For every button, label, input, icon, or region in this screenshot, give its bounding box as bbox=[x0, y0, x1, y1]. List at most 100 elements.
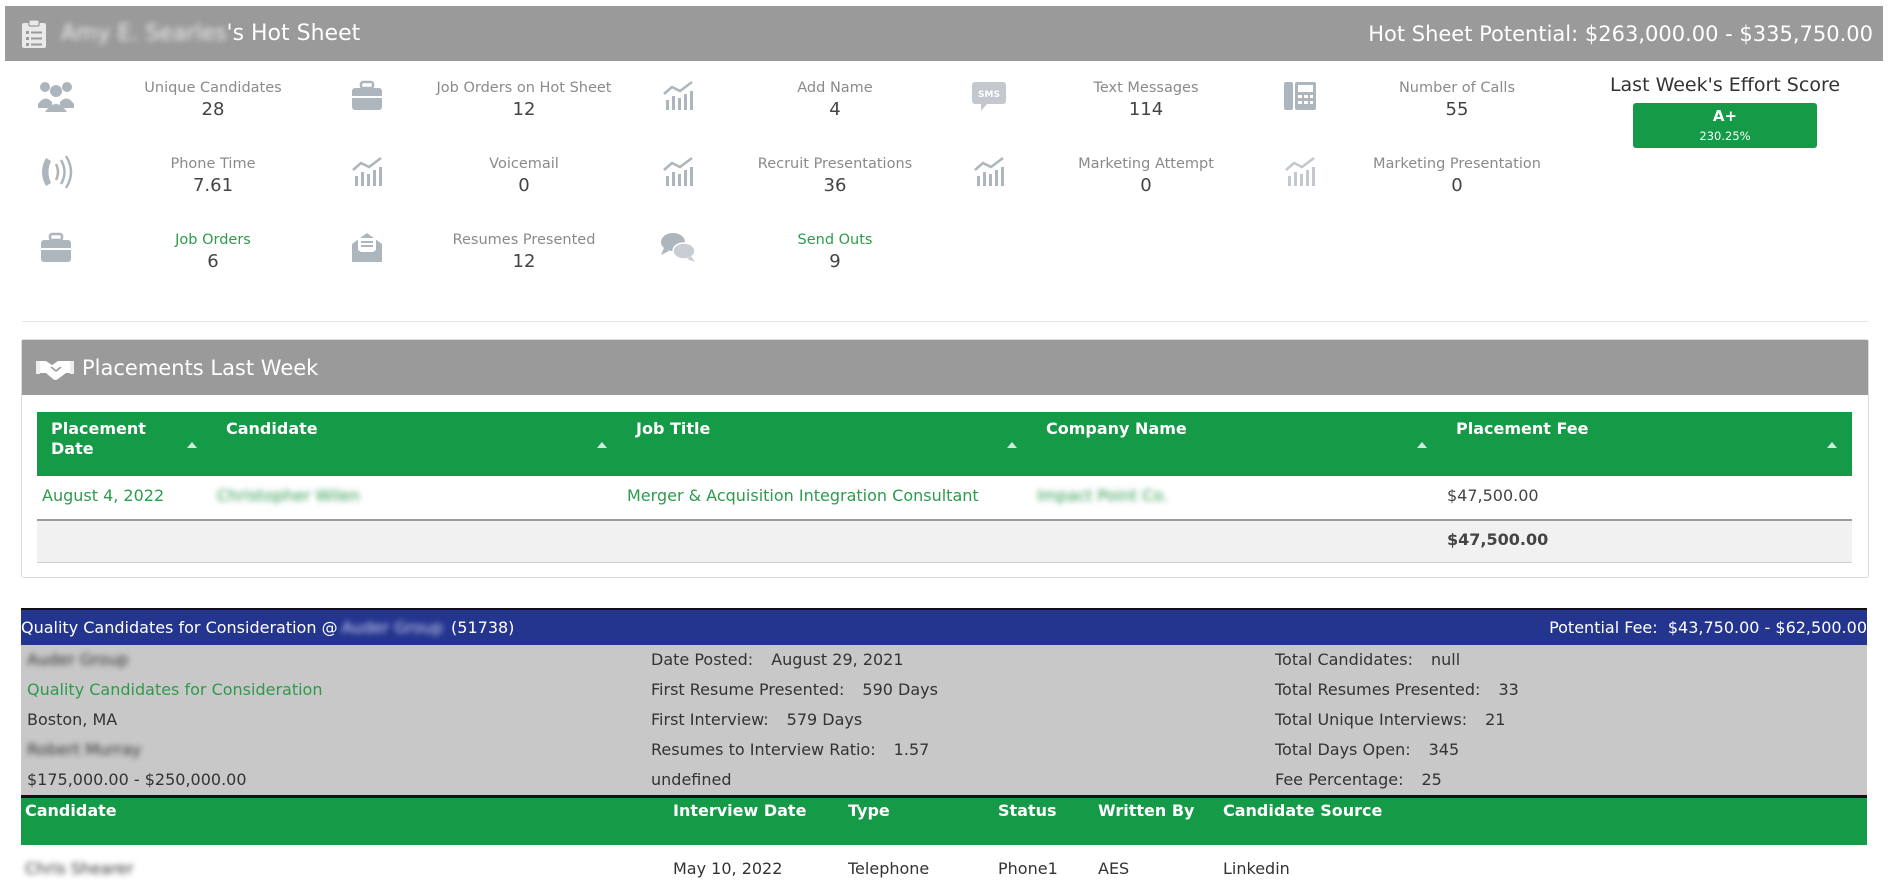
column-header-type[interactable]: Type bbox=[848, 801, 890, 820]
interview-date: May 10, 2022 bbox=[673, 859, 783, 878]
job-order-left-column: Auder Group Quality Candidates for Consi… bbox=[27, 645, 322, 795]
briefcase-icon bbox=[41, 232, 71, 262]
handshake-icon bbox=[36, 360, 74, 380]
stat-label: Job Orders on Hot Sheet bbox=[436, 80, 612, 96]
candidate-link[interactable]: Christopher Wilen bbox=[217, 486, 360, 505]
sort-icon[interactable] bbox=[187, 442, 197, 448]
column-header-candidate[interactable]: Candidate bbox=[25, 801, 117, 820]
company-link[interactable]: Impact Point Co. bbox=[1037, 486, 1168, 505]
column-header-company-name[interactable]: Company Name bbox=[1046, 419, 1187, 439]
detail-line: Fee Percentage: 25 bbox=[1275, 765, 1519, 795]
detail-value: 579 Days bbox=[786, 710, 863, 729]
stat-label: Recruit Presentations bbox=[757, 156, 913, 172]
detail-key: Fee Percentage: bbox=[1275, 770, 1404, 789]
stat-value: 0 bbox=[1140, 175, 1152, 196]
stat-value: 114 bbox=[1128, 99, 1164, 120]
send-outs-link[interactable]: Send Outs bbox=[714, 232, 956, 248]
recruiter-name: Amy E. Searles bbox=[61, 21, 227, 46]
stat-value: 7.61 bbox=[192, 175, 234, 196]
hot-sheet-page: Amy E. Searles 's Hot Sheet Hot Sheet Po… bbox=[0, 0, 1888, 892]
client-link[interactable]: Auder Group bbox=[27, 645, 322, 675]
effort-score-title: Last Week's Effort Score bbox=[1609, 74, 1841, 96]
placements-total: $47,500.00 bbox=[1447, 530, 1549, 549]
detail-line: Total Candidates: null bbox=[1275, 645, 1519, 675]
briefcase-icon bbox=[352, 80, 382, 110]
column-header-placement-date[interactable]: Placement Date bbox=[51, 419, 151, 459]
stat-value: 36 bbox=[823, 175, 847, 196]
stat-number-of-calls: Number of Calls 55 bbox=[1266, 72, 1578, 134]
potential-fee-label: Potential Fee: bbox=[1549, 618, 1658, 637]
detail-key: Date Posted: bbox=[651, 650, 754, 669]
sort-icon[interactable] bbox=[1827, 442, 1837, 448]
stat-label: Add Name bbox=[797, 80, 873, 96]
column-header-placement-fee[interactable]: Placement Fee bbox=[1456, 419, 1588, 439]
phone-ringing-icon bbox=[42, 155, 73, 189]
hot-sheet-header: Amy E. Searles 's Hot Sheet Hot Sheet Po… bbox=[5, 6, 1883, 61]
stat-job-orders[interactable]: Job Orders 6 bbox=[22, 224, 334, 286]
detail-line: undefined bbox=[651, 765, 938, 795]
detail-value: 1.57 bbox=[893, 740, 930, 759]
job-order-details: Auder Group Quality Candidates for Consi… bbox=[21, 645, 1867, 798]
stat-marketing-attempt: Marketing Attempt 0 bbox=[955, 148, 1267, 210]
stat-send-outs[interactable]: Send Outs 9 bbox=[644, 224, 956, 286]
stat-value: 0 bbox=[1451, 175, 1463, 196]
stat-text-messages: SMS Text Messages 114 bbox=[955, 72, 1267, 134]
job-order-link[interactable]: Quality Candidates for Consideration bbox=[27, 675, 322, 705]
interview-status: Phone1 bbox=[998, 859, 1058, 878]
page-title: 's Hot Sheet bbox=[226, 21, 361, 46]
envelope-open-icon bbox=[352, 233, 382, 262]
sort-icon[interactable] bbox=[1007, 442, 1017, 448]
sms-icon: SMS bbox=[972, 82, 1006, 111]
potential-fee: Potential Fee: $43,750.00 - $62,500.00 bbox=[1549, 618, 1867, 637]
stat-value: 28 bbox=[201, 99, 225, 120]
stat-label: Marketing Presentation bbox=[1373, 156, 1541, 172]
stats-grid: Unique Candidates 28 Job Orders on Hot S… bbox=[22, 72, 1872, 294]
stat-marketing-presentation: Marketing Presentation 0 bbox=[1266, 148, 1578, 210]
placement-date-link[interactable]: August 4, 2022 bbox=[42, 486, 164, 505]
sort-icon[interactable] bbox=[597, 442, 607, 448]
detail-value: 25 bbox=[1421, 770, 1442, 789]
column-header-candidate-source[interactable]: Candidate Source bbox=[1223, 801, 1382, 820]
stat-voicemail: Voicemail 0 bbox=[333, 148, 645, 210]
stat-label: Unique Candidates bbox=[144, 80, 282, 96]
column-header-job-title[interactable]: Job Title bbox=[636, 419, 710, 439]
job-order-middle-column: Date Posted: August 29, 2021 First Resume… bbox=[651, 645, 938, 795]
candidates-table: Candidate Interview Date Type Status Wri… bbox=[21, 798, 1867, 891]
column-header-candidate[interactable]: Candidate bbox=[226, 419, 318, 439]
section-divider bbox=[22, 321, 1868, 322]
detail-value: August 29, 2021 bbox=[771, 650, 904, 669]
stat-resumes-presented: Resumes Presented 12 bbox=[333, 224, 645, 286]
placements-table-header: Placement Date Candidate Job Title Compa… bbox=[37, 412, 1852, 476]
job-orders-link[interactable]: Job Orders bbox=[92, 232, 334, 248]
job-order-company: Auder Group bbox=[341, 618, 444, 637]
chart-icon bbox=[663, 157, 693, 186]
stat-value: 9 bbox=[829, 251, 841, 272]
detail-value: 21 bbox=[1485, 710, 1506, 729]
detail-key: Total Days Open: bbox=[1275, 740, 1411, 759]
fax-phone-icon bbox=[1284, 82, 1316, 110]
table-row: August 4, 2022 Christopher Wilen Merger … bbox=[37, 476, 1852, 521]
hot-sheet-potential: Hot Sheet Potential: $263,000.00 - $335,… bbox=[1368, 21, 1873, 46]
detail-value: 33 bbox=[1498, 680, 1519, 699]
job-location: Boston, MA bbox=[27, 710, 118, 729]
detail-line: Total Days Open: 345 bbox=[1275, 735, 1519, 765]
stat-label: Phone Time bbox=[170, 156, 256, 172]
detail-value: 590 Days bbox=[862, 680, 938, 699]
column-header-interview-date[interactable]: Interview Date bbox=[673, 801, 806, 820]
stat-unique-candidates: Unique Candidates 28 bbox=[22, 72, 334, 134]
placements-table: Placement Date Candidate Job Title Compa… bbox=[37, 412, 1852, 563]
clipboard-icon bbox=[22, 18, 46, 48]
stat-label: Voicemail bbox=[489, 156, 559, 172]
placements-title: Placements Last Week bbox=[82, 355, 319, 380]
sort-icon[interactable] bbox=[1417, 442, 1427, 448]
stat-label: Resumes Presented bbox=[452, 232, 596, 248]
placements-panel: Placements Last Week Placement Date Cand… bbox=[21, 339, 1869, 578]
stat-job-orders-on-hot-sheet: Job Orders on Hot Sheet 12 bbox=[333, 72, 645, 134]
job-title-link[interactable]: Merger & Acquisition Integration Consult… bbox=[627, 486, 979, 505]
column-header-status[interactable]: Status bbox=[998, 801, 1057, 820]
column-header-written-by[interactable]: Written By bbox=[1098, 801, 1194, 820]
chart-icon bbox=[974, 157, 1004, 186]
stat-value: 4 bbox=[829, 99, 841, 120]
candidate-link[interactable]: Chris Shearer bbox=[25, 859, 133, 878]
contact-name: Robert Murray bbox=[27, 740, 142, 759]
